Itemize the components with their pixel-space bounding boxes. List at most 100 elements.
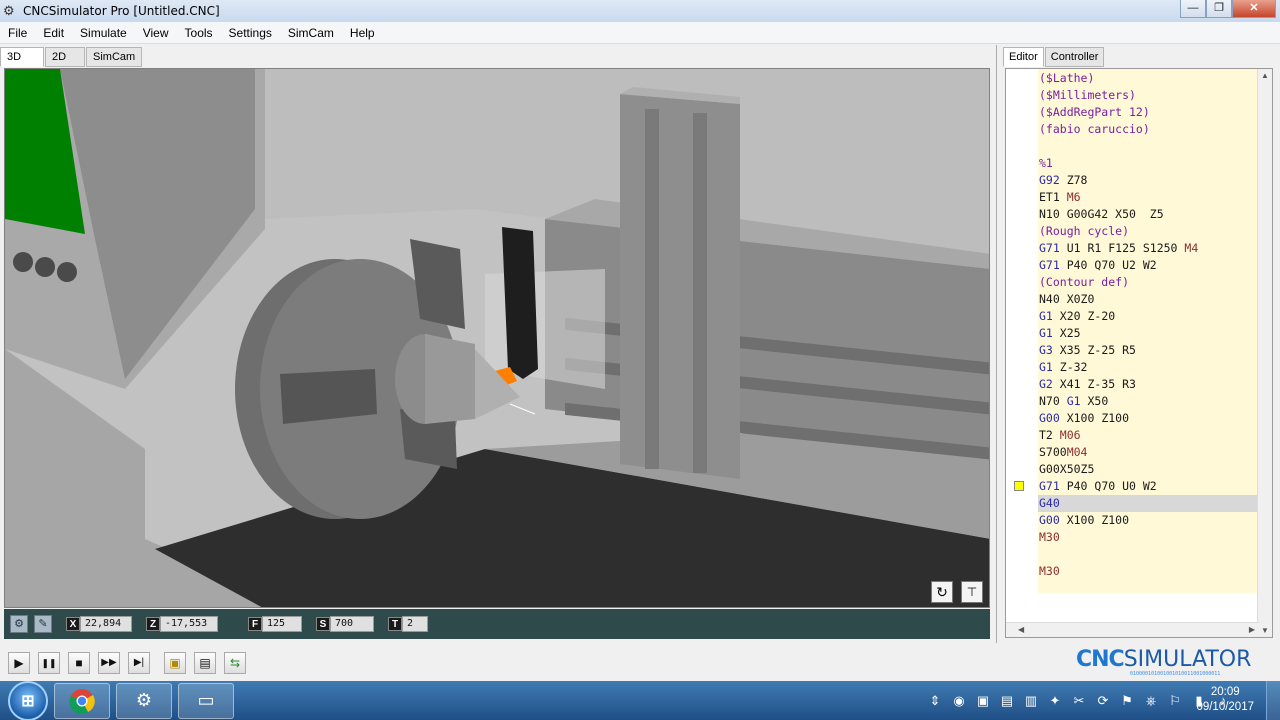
show-desktop-button[interactable] <box>1266 681 1280 720</box>
x-readout: X 22,894 <box>66 616 132 632</box>
code-line[interactable]: (Rough cycle) <box>1038 223 1259 240</box>
scroll-right-icon[interactable]: ▶ <box>1249 625 1255 634</box>
code-line[interactable]: ($Millimeters) <box>1038 87 1259 104</box>
z-readout: Z -17,553 <box>146 616 218 632</box>
code-editor[interactable]: ($Lathe) ($Millimeters) ($AddRegPart 12) (f… <box>1005 68 1273 638</box>
taskbar-clock[interactable]: 20:09 09/10/2017 <box>1196 685 1254 715</box>
scroll-left-icon[interactable]: ◀ <box>1018 625 1024 634</box>
view-settings-icon[interactable]: ⚙ <box>10 615 28 633</box>
code-line[interactable]: N40 X0Z0 <box>1038 291 1259 308</box>
code-line[interactable]: G92 Z78 <box>1038 172 1259 189</box>
code-line[interactable]: G71 P40 Q70 U2 W2 <box>1038 257 1259 274</box>
s-label: S <box>316 617 330 631</box>
3d-viewport[interactable]: ↻ ⊤ <box>4 68 990 608</box>
code-line[interactable]: (Contour def) <box>1038 274 1259 291</box>
tool-view-icon[interactable]: ⊤ <box>961 581 983 603</box>
code-line[interactable]: G3 X35 Z-25 R5 <box>1038 342 1259 359</box>
tab-2d[interactable]: 2D <box>45 47 85 67</box>
toolbar-tool-3-button[interactable]: ⇆ <box>224 652 246 674</box>
code-line[interactable]: G40 <box>1038 495 1259 512</box>
code-line[interactable]: N10 G00G42 X50 Z5 <box>1038 206 1259 223</box>
edit-pencil-icon[interactable]: ✎ <box>34 615 52 633</box>
stop-button[interactable]: ■ <box>68 652 90 674</box>
t-readout: T 2 <box>388 616 428 632</box>
code-line[interactable]: G00 X100 Z100 <box>1038 512 1259 529</box>
single-step-button[interactable]: ▶| <box>128 652 150 674</box>
menu-help[interactable]: Help <box>342 22 383 44</box>
code-line[interactable]: G1 Z-32 <box>1038 359 1259 376</box>
tray-app-6-icon[interactable]: ✂ <box>1070 693 1088 709</box>
code-line[interactable]: T2 M06 <box>1038 427 1259 444</box>
tray-app-3-icon[interactable]: ▤ <box>998 693 1016 709</box>
code-token: M04 <box>1066 445 1088 459</box>
tray-app-4-icon[interactable]: ▥ <box>1022 693 1040 709</box>
toolbar-tool-2-button[interactable]: ▤ <box>194 652 216 674</box>
code-line[interactable]: N70 G1 X50 <box>1038 393 1259 410</box>
app-window: ⚙ CNCSimulator Pro [Untitled.CNC] — ❐ ✕ … <box>0 0 1280 720</box>
pause-button[interactable]: ❚❚ <box>38 652 60 674</box>
tray-app-1-icon[interactable]: ◉ <box>950 693 968 709</box>
code-line[interactable]: G00X50Z5 <box>1038 461 1259 478</box>
code-line[interactable]: S700M04 <box>1038 444 1259 461</box>
tab-simcam[interactable]: SimCam <box>86 47 143 67</box>
tray-app-7-icon[interactable]: ⟳ <box>1094 693 1112 709</box>
menu-simulate[interactable]: Simulate <box>72 22 135 44</box>
code-line[interactable]: (fabio caruccio) <box>1038 121 1259 138</box>
tray-flag-icon[interactable]: ⚐ <box>1166 693 1184 709</box>
play-button[interactable]: ▶ <box>8 652 30 674</box>
code-line[interactable]: M30 <box>1038 563 1259 580</box>
code-line[interactable]: %1 <box>1038 155 1259 172</box>
tray-app-8-icon[interactable]: ⚑ <box>1118 693 1136 709</box>
code-line[interactable]: G71 U1 R1 F125 S1250 M4 <box>1038 240 1259 257</box>
menu-edit[interactable]: Edit <box>35 22 72 44</box>
tray-app-2-icon[interactable]: ▣ <box>974 693 992 709</box>
scroll-up-icon[interactable]: ▲ <box>1261 71 1269 80</box>
tab-controller[interactable]: Controller <box>1044 47 1105 67</box>
code-line[interactable]: ($AddRegPart 12) <box>1038 104 1259 121</box>
tray-app-9-icon[interactable]: ⎈ <box>1142 693 1160 709</box>
rotate-view-icon[interactable]: ↻ <box>931 581 953 603</box>
code-token: M6 <box>1059 190 1081 204</box>
code-token: G1 <box>1066 394 1081 408</box>
editor-horizontal-scrollbar[interactable]: ◀ ▶ <box>1006 622 1259 637</box>
editor-vertical-scrollbar[interactable]: ▲ ▼ <box>1257 69 1272 637</box>
editor-gutter[interactable] <box>1006 69 1038 637</box>
editor-tabs: Editor Controller <box>1003 47 1105 67</box>
code-line[interactable]: ET1 M6 <box>1038 189 1259 206</box>
code-line[interactable]: G1 X25 <box>1038 325 1259 342</box>
tray-app-5-icon[interactable]: ✦ <box>1046 693 1064 709</box>
system-tray: ⇕ ◉ ▣ ▤ ▥ ✦ ✂ ⟳ ⚑ ⎈ ⚐ ▮ ♪ <box>926 681 1238 720</box>
start-button[interactable]: ⊞ <box>8 680 48 720</box>
menu-file[interactable]: File <box>0 22 35 44</box>
code-line[interactable]: ($Lathe) <box>1038 70 1259 87</box>
chrome-icon[interactable] <box>54 682 110 719</box>
menu-view[interactable]: View <box>135 22 177 44</box>
code-line[interactable]: G71 P40 Q70 U0 W2 <box>1038 478 1259 495</box>
fast-forward-button[interactable]: ▶▶ <box>98 652 120 674</box>
toolbar-tool-1-button[interactable]: ▣ <box>164 652 186 674</box>
code-token: M30 <box>1039 530 1060 544</box>
menu-settings[interactable]: Settings <box>221 22 280 44</box>
code-line[interactable]: G2 X41 Z-35 R3 <box>1038 376 1259 393</box>
menu-tools[interactable]: Tools <box>177 22 221 44</box>
code-line[interactable]: G1 X20 Z-20 <box>1038 308 1259 325</box>
close-button[interactable]: ✕ <box>1232 0 1276 18</box>
code-line[interactable]: G00 X100 Z100 <box>1038 410 1259 427</box>
maximize-button[interactable]: ❐ <box>1206 0 1232 18</box>
tab-editor[interactable]: Editor <box>1003 47 1044 67</box>
s-readout: S 700 <box>316 616 374 632</box>
gear-app-icon[interactable]: ⚙ <box>116 682 172 719</box>
code-area[interactable]: ($Lathe) ($Millimeters) ($AddRegPart 12) (f… <box>1038 69 1259 593</box>
minimize-button[interactable]: — <box>1180 0 1206 18</box>
tray-arrow-icon[interactable]: ⇕ <box>926 693 944 709</box>
app-gear-icon[interactable]: ⚙ <box>3 4 17 18</box>
tab-3d[interactable]: 3D <box>0 47 44 67</box>
code-token: G40 <box>1039 496 1060 510</box>
code-line[interactable] <box>1038 138 1259 155</box>
window-app-icon[interactable]: ▭ <box>178 682 234 719</box>
menu-simcam[interactable]: SimCam <box>280 22 342 44</box>
scroll-down-icon[interactable]: ▼ <box>1261 626 1269 635</box>
code-line[interactable] <box>1038 546 1259 563</box>
code-token: ET1 <box>1039 190 1060 204</box>
code-line[interactable]: M30 <box>1038 529 1259 546</box>
